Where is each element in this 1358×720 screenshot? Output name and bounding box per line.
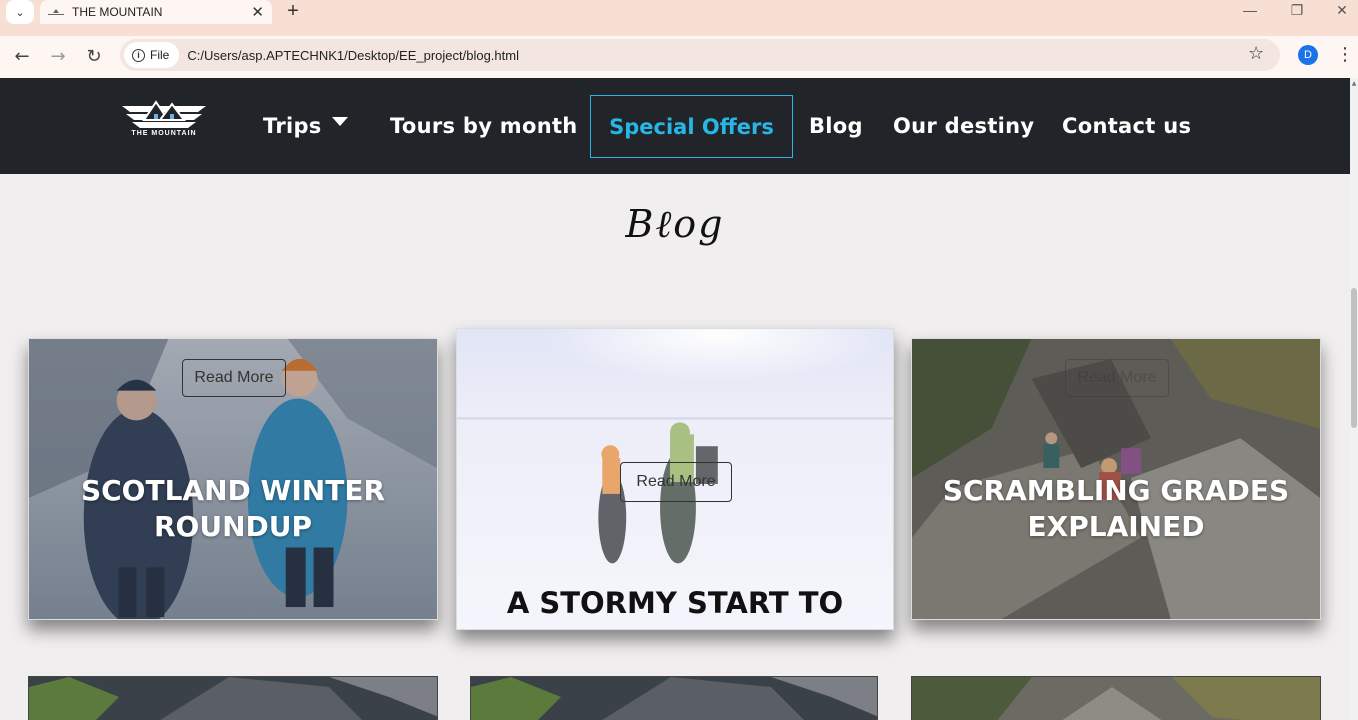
browser-toolbar: ← → ↻ i File C:/Users/asp.APTECHNK1/Desk… [0, 36, 1358, 78]
tab-strip: ⌄ THE MOUNTAIN ✕ + — ❐ ✕ [0, 0, 1358, 36]
site-info-chip[interactable]: i File [124, 42, 180, 68]
nav-blog[interactable]: Blog [809, 78, 863, 174]
new-tab-button[interactable]: + [283, 0, 303, 22]
more-menu-icon[interactable]: ⋮ [1336, 44, 1354, 65]
nav-special-offers[interactable]: Special Offers [590, 95, 793, 158]
back-icon[interactable]: ← [10, 44, 34, 68]
blog-card-scrambling[interactable]: Read More SCRAMBLING GRADES EXPLAINED [911, 338, 1321, 620]
nav-trips-label: Trips [263, 114, 322, 138]
close-icon[interactable]: ✕ [251, 3, 264, 21]
blog-card-partial[interactable] [911, 676, 1321, 720]
page-title: Bℓog [625, 202, 725, 246]
forward-icon[interactable]: → [46, 44, 70, 68]
address-bar[interactable]: i File C:/Users/asp.APTECHNK1/Desktop/EE… [120, 39, 1280, 71]
url-text[interactable]: C:/Users/asp.APTECHNK1/Desktop/EE_projec… [187, 48, 519, 63]
nav-tours-by-month[interactable]: Tours by month [390, 78, 578, 174]
browser-tab[interactable]: THE MOUNTAIN ✕ [40, 0, 272, 24]
card-title: SCRAMBLING GRADES EXPLAINED [942, 474, 1290, 543]
card-photo [471, 677, 877, 720]
blog-card-partial[interactable] [470, 676, 878, 720]
favicon-icon [48, 9, 64, 15]
profile-avatar[interactable]: D [1298, 45, 1318, 65]
blog-card-stormy-start[interactable]: Read More A STORMY START TO [456, 328, 894, 630]
card-photo [912, 677, 1320, 720]
minimize-icon[interactable]: — [1240, 2, 1260, 18]
restore-icon[interactable]: ❐ [1287, 2, 1307, 19]
page-viewport: THE MOUNTAIN Trips Tours by month Specia… [0, 78, 1350, 720]
chevron-down-icon: ⌄ [15, 5, 25, 19]
read-more-button[interactable]: Read More [182, 359, 286, 397]
scroll-thumb[interactable] [1351, 288, 1357, 428]
card-title: SCOTLAND WINTER ROUNDUP [80, 474, 386, 543]
site-chip-label: File [150, 48, 170, 62]
site-navbar: THE MOUNTAIN Trips Tours by month Specia… [0, 78, 1350, 174]
info-icon: i [132, 48, 145, 62]
nav-contact-us[interactable]: Contact us [1062, 78, 1191, 174]
read-more-button[interactable]: Read More [620, 462, 732, 502]
card-photo [29, 677, 437, 720]
blog-card-partial[interactable] [28, 676, 438, 720]
card-title: A STORMY START TO [506, 586, 844, 620]
window-close-icon[interactable]: ✕ [1332, 2, 1352, 19]
page-scrollbar[interactable]: ▲ [1350, 78, 1358, 720]
tab-search-button[interactable]: ⌄ [6, 0, 34, 24]
bookmark-star-icon[interactable]: ☆ [1248, 43, 1264, 64]
scroll-up-icon[interactable]: ▲ [1350, 80, 1358, 90]
nav-trips[interactable]: Trips [263, 78, 348, 174]
blog-card-scotland[interactable]: Read More SCOTLAND WINTER ROUNDUP [28, 338, 438, 620]
caret-down-icon [331, 116, 348, 126]
logo-text: THE MOUNTAIN [131, 130, 197, 137]
read-more-button[interactable]: Read More [1065, 359, 1169, 397]
nav-our-destiny[interactable]: Our destiny [893, 78, 1034, 174]
reload-icon[interactable]: ↻ [82, 44, 106, 68]
tab-title: THE MOUNTAIN [72, 5, 163, 19]
